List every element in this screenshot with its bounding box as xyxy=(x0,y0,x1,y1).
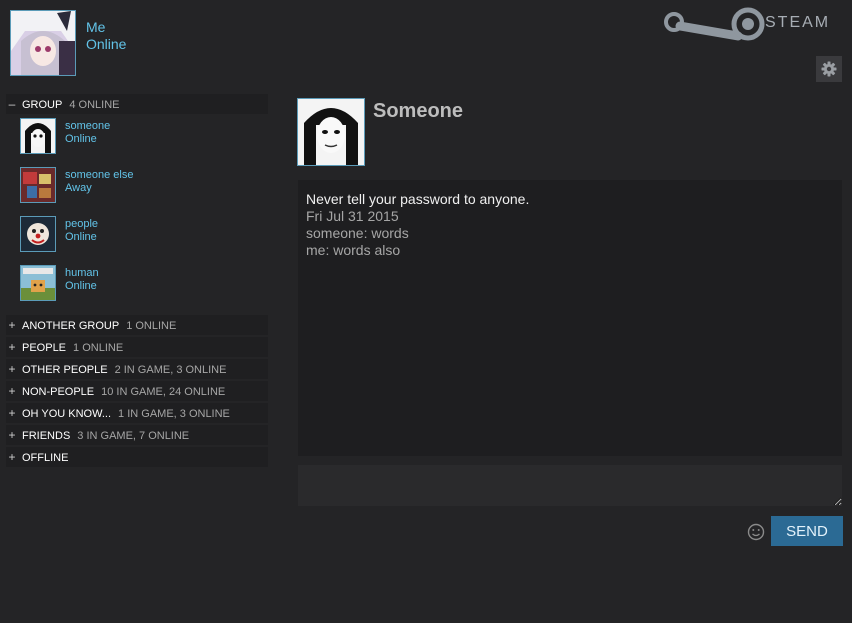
group-count: 1 ONLINE xyxy=(126,320,177,332)
group-count: 1 IN GAME, 3 ONLINE xyxy=(118,408,230,420)
group-count: 4 ONLINE xyxy=(69,99,120,111)
settings-button[interactable] xyxy=(816,56,842,82)
collapse-toggle[interactable]: – xyxy=(6,94,18,114)
group-name: OTHER PEOPLE xyxy=(22,364,108,376)
send-button[interactable]: SEND xyxy=(771,516,843,546)
group-name: OFFLINE xyxy=(22,452,69,464)
friend-item[interactable]: someone else Away xyxy=(20,167,220,205)
chat-message: someone: words xyxy=(306,225,409,241)
friend-avatar xyxy=(20,118,56,154)
group-name: FRIENDS xyxy=(22,430,71,442)
group-count: 10 IN GAME, 24 ONLINE xyxy=(101,386,226,398)
expand-toggle[interactable]: + xyxy=(6,381,18,401)
friend-avatar xyxy=(20,167,56,203)
friend-status: Online xyxy=(65,280,97,292)
friend-item[interactable]: people Online xyxy=(20,216,220,254)
expand-toggle[interactable]: + xyxy=(6,403,18,423)
chat-partner-name: Someone xyxy=(373,100,464,122)
friend-status: Online xyxy=(65,133,97,145)
group-header-non-people[interactable]: + NON-PEOPLE 10 IN GAME, 24 ONLINE xyxy=(6,381,268,401)
expand-toggle[interactable]: + xyxy=(6,447,18,467)
friend-avatar xyxy=(20,216,56,252)
group-name: ANOTHER GROUP xyxy=(22,320,120,332)
expand-toggle[interactable]: + xyxy=(6,425,18,445)
friend-name: someone else xyxy=(65,169,134,181)
friend-status: Online xyxy=(65,231,97,243)
group-header-offline[interactable]: + OFFLINE xyxy=(6,447,268,467)
friend-status: Away xyxy=(65,182,92,194)
self-name: Me xyxy=(86,19,106,35)
group-header-friends[interactable]: + FRIENDS 3 IN GAME, 7 ONLINE xyxy=(6,425,268,445)
group-header-another-group[interactable]: + ANOTHER GROUP 1 ONLINE xyxy=(6,315,268,335)
group-name: OH YOU KNOW... xyxy=(22,408,112,420)
self-status: Online xyxy=(86,36,127,52)
expand-toggle[interactable]: + xyxy=(6,359,18,379)
group-name: PEOPLE xyxy=(22,342,67,354)
chat-partner-avatar[interactable] xyxy=(297,98,365,166)
friend-name: someone xyxy=(65,120,111,132)
group-header-group[interactable]: – GROUP 4 ONLINE xyxy=(6,94,268,114)
friend-item[interactable]: human Online xyxy=(20,265,220,303)
group-count: 3 IN GAME, 7 ONLINE xyxy=(77,430,190,442)
smiley-icon[interactable] xyxy=(747,523,765,541)
group-name: GROUP xyxy=(22,99,63,111)
friend-avatar xyxy=(20,265,56,301)
group-header-other-people[interactable]: + OTHER PEOPLE 2 IN GAME, 3 ONLINE xyxy=(6,359,268,379)
group-count: 2 IN GAME, 3 ONLINE xyxy=(114,364,227,376)
group-header-people[interactable]: + PEOPLE 1 ONLINE xyxy=(6,337,268,357)
security-warning: Never tell your password to anyone. xyxy=(306,191,530,207)
gear-icon xyxy=(821,61,837,77)
steam-wordmark: STEAM xyxy=(765,14,831,31)
expand-toggle[interactable]: + xyxy=(6,337,18,357)
friend-item[interactable]: someone Online xyxy=(20,118,220,156)
chat-log: Never tell your password to anyone. Fri … xyxy=(298,180,842,456)
self-avatar[interactable] xyxy=(10,10,76,76)
group-header-oh-you-know[interactable]: + OH YOU KNOW... 1 IN GAME, 3 ONLINE xyxy=(6,403,268,423)
friend-name: human xyxy=(65,267,99,279)
expand-toggle[interactable]: + xyxy=(6,315,18,335)
group-count: 1 ONLINE xyxy=(73,342,124,354)
chat-date: Fri Jul 31 2015 xyxy=(306,208,399,224)
friend-name: people xyxy=(65,218,99,230)
group-name: NON-PEOPLE xyxy=(22,386,95,398)
message-input[interactable] xyxy=(298,465,842,506)
chat-message: me: words also xyxy=(306,242,401,258)
